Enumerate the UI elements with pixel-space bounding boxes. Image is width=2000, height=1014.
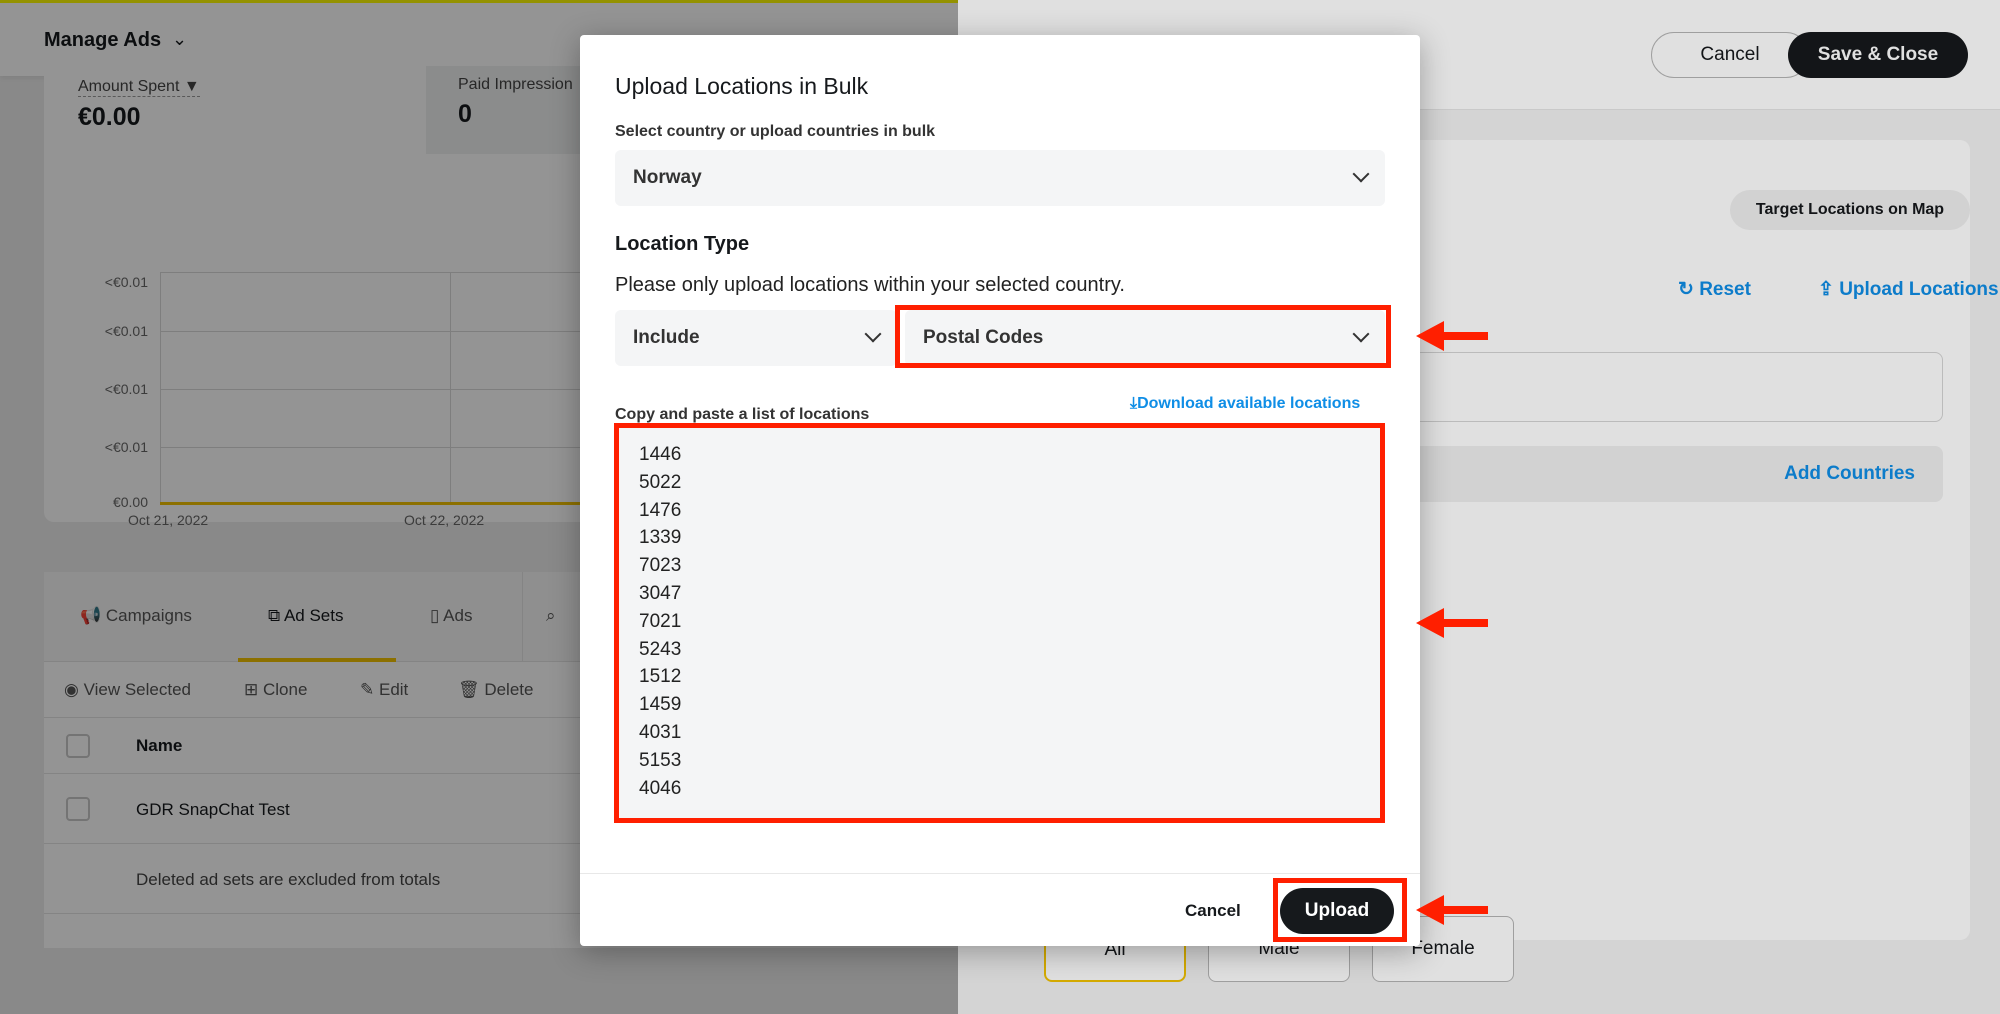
download-label: Download available locations (1137, 395, 1361, 412)
modal-cancel-button[interactable]: Cancel (1185, 901, 1241, 921)
country-label: Select country or upload countries in bu… (615, 123, 936, 140)
country-value: Norway (633, 167, 702, 188)
country-select[interactable]: Norway (615, 150, 1385, 206)
location-type-heading: Location Type (615, 233, 750, 255)
modal-footer-divider (580, 873, 1420, 874)
highlight-box (1273, 878, 1407, 942)
chevron-down-icon (864, 325, 882, 343)
copy-paste-label: Copy and paste a list of locations (615, 406, 870, 423)
modal-title: Upload Locations in Bulk (615, 73, 869, 99)
arrow-left-icon (1416, 608, 1488, 638)
download-locations-link[interactable]: ⤓Download available locations (1130, 395, 1360, 413)
chevron-down-icon (1352, 165, 1370, 183)
location-note: Please only upload locations within your… (615, 274, 1125, 296)
highlight-box (614, 423, 1385, 823)
include-select[interactable]: Include (615, 310, 897, 366)
highlight-box (895, 305, 1391, 368)
arrow-left-icon (1416, 321, 1488, 351)
include-value: Include (633, 327, 700, 348)
arrow-left-icon (1416, 895, 1488, 925)
